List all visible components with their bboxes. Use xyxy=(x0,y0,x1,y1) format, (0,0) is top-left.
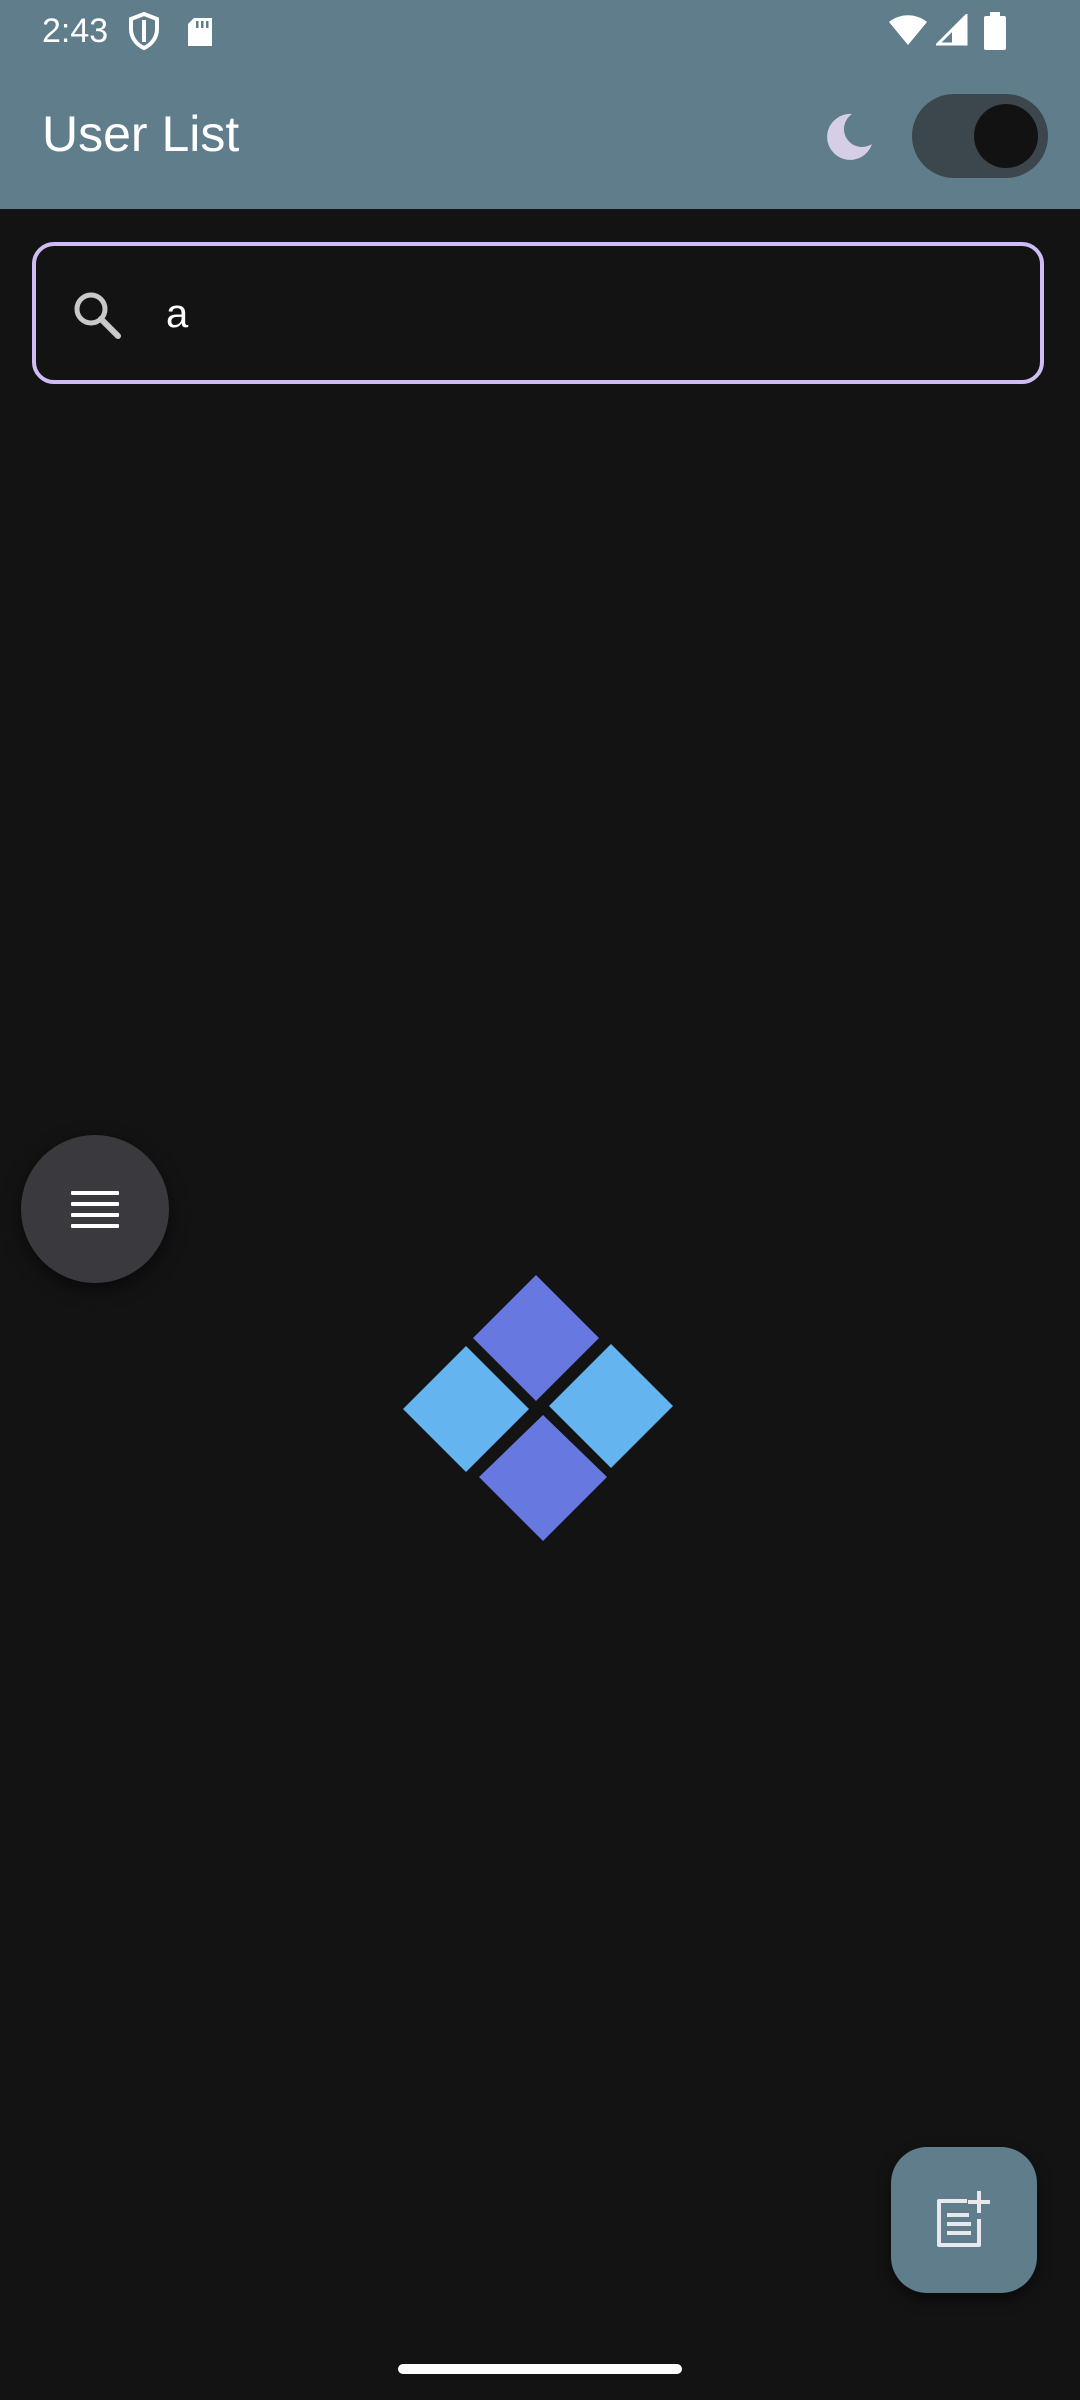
menu-button[interactable] xyxy=(21,1135,169,1283)
user-list-screen: 2:43 User List a xyxy=(0,0,1080,2400)
battery-icon xyxy=(984,12,1006,55)
status-time: 2:43 xyxy=(42,12,109,50)
search-icon xyxy=(70,288,124,342)
note-add-icon xyxy=(937,2191,990,2247)
search-input[interactable] xyxy=(166,276,1006,352)
search-field[interactable] xyxy=(32,242,1044,384)
shield-icon xyxy=(128,11,160,55)
sd-card-icon xyxy=(186,16,214,53)
diamond-loader-icon xyxy=(400,1270,680,1550)
menu-icon xyxy=(71,1191,119,1228)
wifi-icon xyxy=(888,14,928,51)
signal-icon xyxy=(934,12,968,51)
moon-icon xyxy=(822,110,876,164)
add-note-button[interactable] xyxy=(891,2147,1037,2293)
status-bar: 2:43 xyxy=(0,0,1080,62)
theme-toggle-switch[interactable] xyxy=(912,94,1048,178)
switch-thumb xyxy=(974,104,1038,168)
app-bar: User List xyxy=(0,62,1080,209)
page-title: User List xyxy=(42,106,240,162)
gesture-navigation-bar[interactable] xyxy=(398,2364,682,2374)
